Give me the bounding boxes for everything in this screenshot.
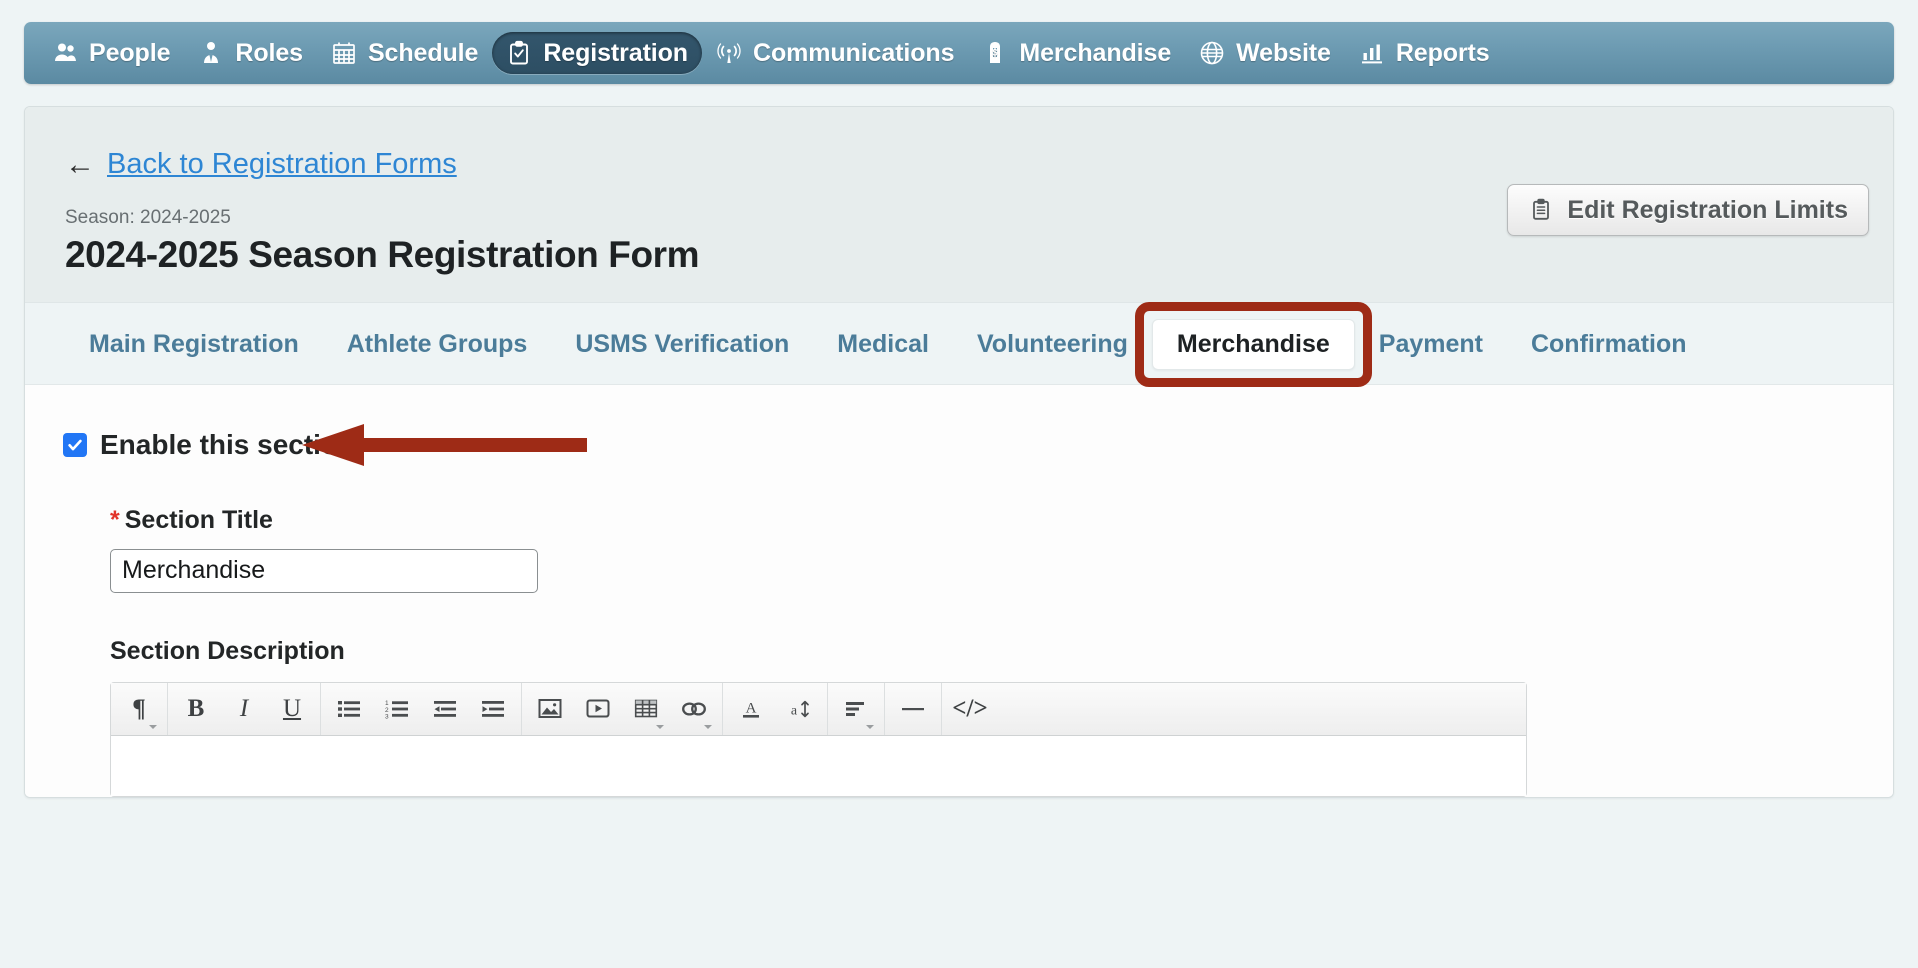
paragraph-glyph: ¶ [132, 695, 146, 723]
bold-glyph: B [187, 695, 205, 723]
enable-this-section-checkbox[interactable] [63, 432, 87, 457]
nav-item-registration[interactable]: Registration [492, 32, 702, 74]
nav-label: Roles [235, 38, 303, 67]
toolbar-group-lists: 1 2 3 [321, 682, 522, 735]
toolbar-group-insert [522, 682, 723, 735]
unordered-list-icon[interactable] [325, 684, 373, 734]
insert-table-icon[interactable] [622, 684, 670, 734]
nav-label: Communications [752, 38, 955, 67]
insert-image-icon[interactable] [526, 684, 574, 734]
section-title-label-text: Section Title [124, 505, 273, 534]
section-title-input[interactable] [110, 548, 538, 593]
svg-text:A: A [746, 700, 757, 716]
price-tag-icon: $ [982, 40, 1008, 66]
section-title-field: * Section Title [25, 506, 1893, 593]
nav-item-roles[interactable]: Roles [184, 32, 317, 74]
card-header: ← Back to Registration Forms Season: 202… [25, 107, 1893, 302]
enable-this-section-label: Enable this section [100, 428, 356, 460]
bold-icon[interactable]: B [172, 684, 220, 734]
chevron-down-icon [149, 724, 157, 729]
italic-icon[interactable]: I [220, 684, 268, 734]
back-to-registration-forms-link[interactable]: Back to Registration Forms [107, 148, 457, 181]
section-description-field: Section Description ¶ B I U 1 2 3 A a </… [25, 637, 1893, 797]
svg-text:3: 3 [385, 713, 389, 718]
rich-text-editor: ¶ B I U 1 2 3 A a </> [110, 681, 1527, 797]
tab-usms-verification[interactable]: USMS Verification [551, 320, 813, 369]
toolbar-group-align [828, 682, 885, 735]
nav-label: Registration [543, 38, 688, 67]
chevron-down-icon [656, 724, 664, 729]
editor-content-area[interactable] [111, 735, 1526, 796]
chevron-down-icon [866, 724, 874, 729]
nav-item-people[interactable]: People [38, 32, 184, 74]
top-navigation: People Roles Schedule Registration Commu… [24, 22, 1894, 84]
indent-icon[interactable] [469, 684, 517, 734]
clipboard-icon [1528, 197, 1554, 223]
insert-link-icon[interactable] [670, 684, 718, 734]
editor-toolbar: ¶ B I U 1 2 3 A a </> [111, 682, 1526, 736]
chevron-down-icon [704, 724, 712, 729]
nav-item-communications[interactable]: Communications [702, 32, 968, 74]
calendar-icon [331, 40, 357, 66]
toolbar-group-code: </> [942, 683, 1526, 735]
people-icon [52, 40, 78, 66]
tab-merchandise-wrapper: Merchandise [1134, 301, 1372, 387]
roles-icon [198, 40, 224, 66]
svg-text:a: a [791, 703, 798, 718]
horizontal-rule-icon[interactable] [889, 684, 937, 734]
outdent-icon[interactable] [421, 684, 469, 734]
svg-text:1: 1 [385, 700, 389, 707]
tab-confirmation[interactable]: Confirmation [1507, 320, 1711, 369]
enable-section-row: Enable this section [25, 423, 1893, 466]
nav-bar: People Roles Schedule Registration Commu… [24, 22, 1894, 84]
italic-glyph: I [239, 695, 249, 723]
paragraph-format-icon[interactable]: ¶ [115, 684, 163, 734]
toolbar-group-rule [885, 682, 942, 735]
code-view-icon[interactable]: </> [946, 684, 994, 734]
nav-label: Website [1236, 38, 1331, 67]
insert-video-icon[interactable] [574, 684, 622, 734]
tab-merchandise[interactable]: Merchandise [1151, 318, 1355, 370]
tab-volunteering[interactable]: Volunteering [953, 320, 1152, 369]
underline-glyph: U [282, 695, 302, 723]
clipboard-check-icon [506, 40, 532, 66]
nav-item-schedule[interactable]: Schedule [317, 32, 492, 74]
edit-registration-limits-button[interactable]: Edit Registration Limits [1507, 184, 1869, 236]
registration-form-card: ← Back to Registration Forms Season: 202… [24, 106, 1894, 798]
required-marker: * [110, 505, 120, 534]
back-navigation[interactable]: ← Back to Registration Forms [25, 147, 1893, 181]
nav-item-merchandise[interactable]: $ Merchandise [968, 32, 1185, 74]
form-section-tabs: Main Registration Athlete Groups USMS Ve… [25, 301, 1893, 387]
code-view-glyph: </> [952, 695, 988, 723]
svg-text:$: $ [993, 48, 998, 58]
toolbar-group-text-style: B I U [168, 682, 321, 735]
font-size-icon[interactable]: a [775, 684, 823, 734]
section-description-label: Section Description [110, 636, 345, 665]
tab-athlete-groups[interactable]: Athlete Groups [323, 320, 552, 369]
nav-label: Merchandise [1019, 38, 1172, 67]
section-title-label: * Section Title [110, 506, 1893, 535]
tab-payment[interactable]: Payment [1355, 320, 1507, 369]
font-color-icon[interactable]: A [727, 684, 775, 734]
nav-label: Schedule [367, 38, 479, 67]
globe-icon [1199, 40, 1225, 66]
broadcast-icon [716, 40, 742, 66]
bar-chart-icon [1359, 40, 1385, 66]
section-editor-body: Enable this section *Section Title Secti… [25, 383, 1893, 797]
nav-item-website[interactable]: Website [1185, 32, 1345, 74]
underline-icon[interactable]: U [268, 684, 316, 734]
toolbar-group-font: A a [723, 682, 828, 735]
tab-main-registration[interactable]: Main Registration [65, 320, 323, 369]
nav-item-reports[interactable]: Reports [1345, 32, 1504, 74]
back-arrow-icon: ← [65, 147, 95, 181]
ordered-list-icon[interactable]: 1 2 3 [373, 684, 421, 734]
nav-label: People [89, 38, 171, 67]
tab-medical[interactable]: Medical [813, 320, 953, 369]
page-title: 2024-2025 Season Registration Form [65, 233, 700, 275]
text-align-icon[interactable] [832, 684, 880, 734]
edit-registration-limits-label: Edit Registration Limits [1567, 195, 1848, 224]
toolbar-group-paragraph: ¶ [111, 682, 168, 735]
nav-label: Reports [1395, 38, 1490, 67]
